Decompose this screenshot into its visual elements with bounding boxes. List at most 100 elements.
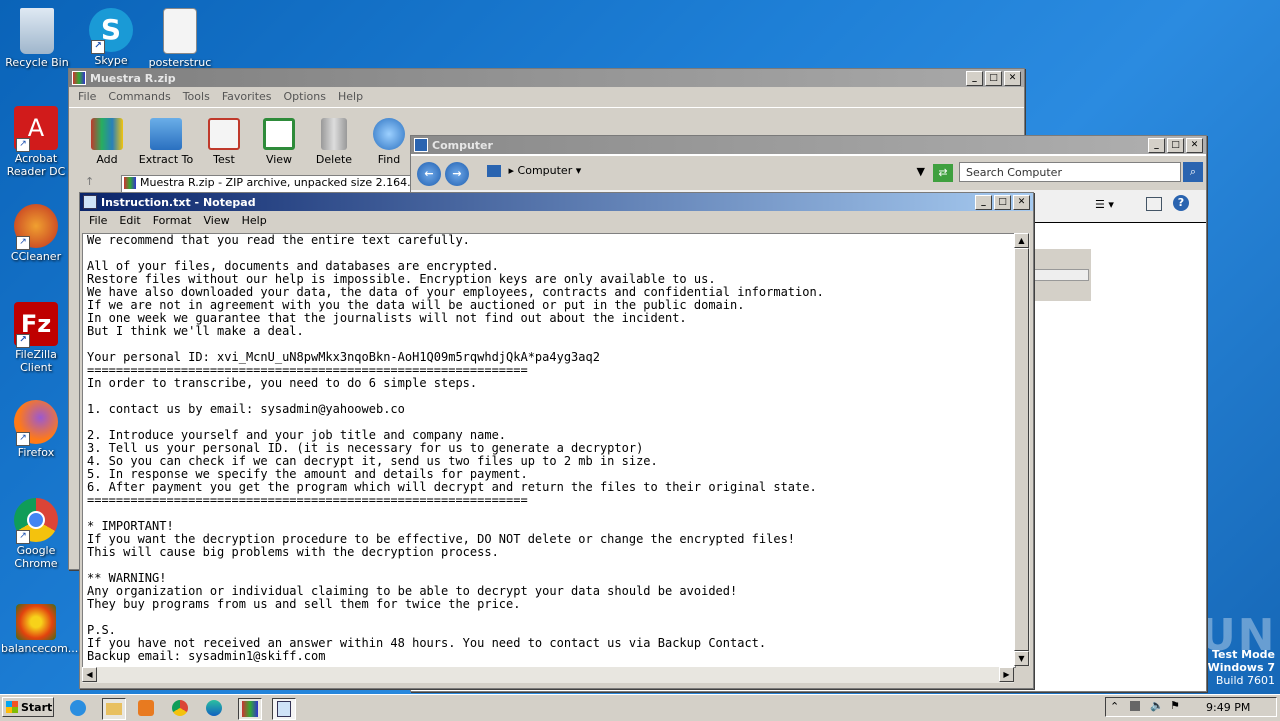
notepad-line: 3. Tell us your personal ID. (it is nece… xyxy=(87,441,644,455)
taskbar: Start ⌃ 🔈 ⚑ 9:49 PM xyxy=(0,694,1280,721)
notepad-line: P.S. xyxy=(87,623,116,637)
flower-image-icon xyxy=(16,604,56,640)
explorer-titlebar[interactable]: Computer _ □ ✕ xyxy=(411,136,1206,154)
menu-format[interactable]: Format xyxy=(147,214,198,227)
chrome-taskbar-icon[interactable] xyxy=(170,698,192,718)
search-box[interactable]: Search Computer xyxy=(959,162,1181,182)
desktop-icon-skype[interactable]: S ↗ Skype xyxy=(76,8,146,67)
minimize-button[interactable]: _ xyxy=(966,70,983,86)
resize-grip-icon[interactable] xyxy=(1016,669,1030,683)
close-button[interactable]: ✕ xyxy=(1013,194,1030,210)
notepad-titlebar[interactable]: Instruction.txt - Notepad _ □ ✕ xyxy=(80,193,1033,211)
scroll-down-arrow[interactable]: ▼ xyxy=(1014,651,1029,666)
close-button[interactable]: ✕ xyxy=(1186,137,1203,153)
menu-edit[interactable]: Edit xyxy=(113,214,146,227)
menu-favorites[interactable]: Favorites xyxy=(216,90,278,103)
start-button[interactable]: Start xyxy=(2,697,54,717)
maximize-button[interactable]: □ xyxy=(985,70,1002,86)
shortcut-arrow-icon: ↗ xyxy=(16,530,30,544)
desktop-icon-chrome[interactable]: ↗ Google Chrome xyxy=(1,498,71,570)
notepad-window[interactable]: Instruction.txt - Notepad _ □ ✕ File Edi… xyxy=(79,192,1034,689)
notepad-taskbar-icon[interactable] xyxy=(272,698,296,720)
view-options-icon[interactable]: ☰ ▾ xyxy=(1095,198,1114,211)
horizontal-scrollbar[interactable]: ◀ ▶ xyxy=(82,667,1014,683)
desktop-icon-ccleaner[interactable]: ↗ CCleaner xyxy=(1,204,71,263)
menu-help[interactable]: Help xyxy=(332,90,369,103)
close-button[interactable]: ✕ xyxy=(1004,70,1021,86)
explorer-navbar: ← → ▸ Computer ▾ ▼ ⇄ Search Computer ⌕ xyxy=(411,156,1206,190)
maximize-button[interactable]: □ xyxy=(1167,137,1184,153)
vertical-scrollbar[interactable]: ▲ ▼ xyxy=(1014,233,1030,666)
windows-logo-icon xyxy=(6,701,18,713)
toolbar-delete-button[interactable]: Delete xyxy=(306,118,362,166)
menu-view[interactable]: View xyxy=(198,214,236,227)
notepad-line: 5. In response we specify the amount and… xyxy=(87,467,528,481)
desktop-icon-filezilla[interactable]: Fz ↗ FileZilla Client xyxy=(1,302,71,374)
help-icon[interactable]: ? xyxy=(1173,195,1189,211)
tray-flag-icon[interactable]: ⚑ xyxy=(1170,699,1180,712)
notepad-line: Restore files without our help is imposs… xyxy=(87,272,716,286)
forward-button[interactable]: → xyxy=(445,162,469,186)
winrar-path-field[interactable]: Muestra R.zip - ZIP archive, unpacked si… xyxy=(121,175,423,193)
toolbar-find-button[interactable]: Find xyxy=(361,118,417,166)
menu-tools[interactable]: Tools xyxy=(177,90,216,103)
address-dropdown-icon[interactable]: ▼ xyxy=(917,165,925,178)
minimize-button[interactable]: _ xyxy=(1148,137,1165,153)
notepad-menubar: File Edit Format View Help xyxy=(80,211,1033,229)
tray-network-icon[interactable] xyxy=(1130,701,1140,711)
shortcut-arrow-icon: ↗ xyxy=(16,334,30,348)
desktop-icon-firefox[interactable]: ↗ Firefox xyxy=(1,400,71,459)
firefox-icon: ↗ xyxy=(14,400,58,446)
chevron-right-icon: ▸ xyxy=(508,164,515,177)
address-text: Computer xyxy=(517,164,573,177)
notepad-line: If you want the decryption procedure to … xyxy=(87,532,796,546)
media-player-icon[interactable] xyxy=(136,698,158,718)
preview-pane-icon[interactable] xyxy=(1146,197,1162,211)
tray-clock[interactable]: 9:49 PM xyxy=(1206,701,1250,714)
shortcut-arrow-icon: ↗ xyxy=(16,432,30,446)
maximize-button[interactable]: □ xyxy=(994,194,1011,210)
search-button[interactable]: ⌕ xyxy=(1183,162,1203,182)
filezilla-icon: Fz ↗ xyxy=(14,302,58,348)
scroll-left-arrow[interactable]: ◀ xyxy=(82,667,97,682)
ie-icon[interactable] xyxy=(68,698,90,718)
desktop-icon-recycle-bin[interactable]: Recycle Bin xyxy=(2,8,72,69)
tray-chevron-up-icon[interactable]: ⌃ xyxy=(1110,700,1119,713)
notepad-line: They buy programs from us and sell them … xyxy=(87,597,521,611)
desktop-icon-acrobat[interactable]: A ↗ Acrobat Reader DC xyxy=(1,106,71,178)
back-button[interactable]: ← xyxy=(417,162,441,186)
menu-file[interactable]: File xyxy=(83,214,113,227)
scroll-up-arrow[interactable]: ▲ xyxy=(1014,233,1029,248)
address-bar[interactable]: ▸ Computer ▾ ▼ xyxy=(483,164,925,182)
tray-volume-icon[interactable]: 🔈 xyxy=(1150,699,1164,712)
explorer-folder-icon[interactable] xyxy=(102,698,126,720)
notepad-title: Instruction.txt - Notepad xyxy=(101,195,256,209)
winrar-app-icon xyxy=(72,71,86,85)
toolbar-test-button[interactable]: Test xyxy=(196,118,252,166)
chevron-down-icon: ▾ xyxy=(575,164,582,177)
up-arrow-icon[interactable]: ↑ xyxy=(85,175,94,188)
toolbar-add-button[interactable]: Add xyxy=(79,118,135,166)
explorer-title: Computer xyxy=(432,138,493,152)
menu-options[interactable]: Options xyxy=(278,90,332,103)
scroll-right-arrow[interactable]: ▶ xyxy=(999,667,1014,682)
toolbar-view-button[interactable]: View xyxy=(251,118,307,166)
toolbar-extract-button[interactable]: Extract To xyxy=(138,118,194,166)
test-clipboard-icon xyxy=(208,118,240,150)
menu-file[interactable]: File xyxy=(72,90,102,103)
winrar-taskbar-icon[interactable] xyxy=(238,698,262,720)
notepad-text-area[interactable]: We recommend that you read the entire te… xyxy=(82,233,1016,668)
desktop-icon-balancecom[interactable]: balancecom... xyxy=(1,604,78,655)
edge-icon[interactable] xyxy=(204,698,226,718)
scroll-thumb[interactable] xyxy=(1014,248,1029,651)
menu-commands[interactable]: Commands xyxy=(102,90,176,103)
menu-help[interactable]: Help xyxy=(236,214,273,227)
notepad-line: In one week we guarantee that the journa… xyxy=(87,311,687,325)
winrar-titlebar[interactable]: Muestra R.zip _ □ ✕ xyxy=(69,69,1024,87)
magnifier-icon xyxy=(373,118,405,150)
minimize-button[interactable]: _ xyxy=(975,194,992,210)
desktop-icon-posterstruc[interactable]: posterstruc xyxy=(145,8,215,69)
notepad-line: 4. So you can check if we can decrypt it… xyxy=(87,454,658,468)
refresh-button[interactable]: ⇄ xyxy=(933,164,953,182)
explorer-content-bar xyxy=(1033,269,1089,281)
